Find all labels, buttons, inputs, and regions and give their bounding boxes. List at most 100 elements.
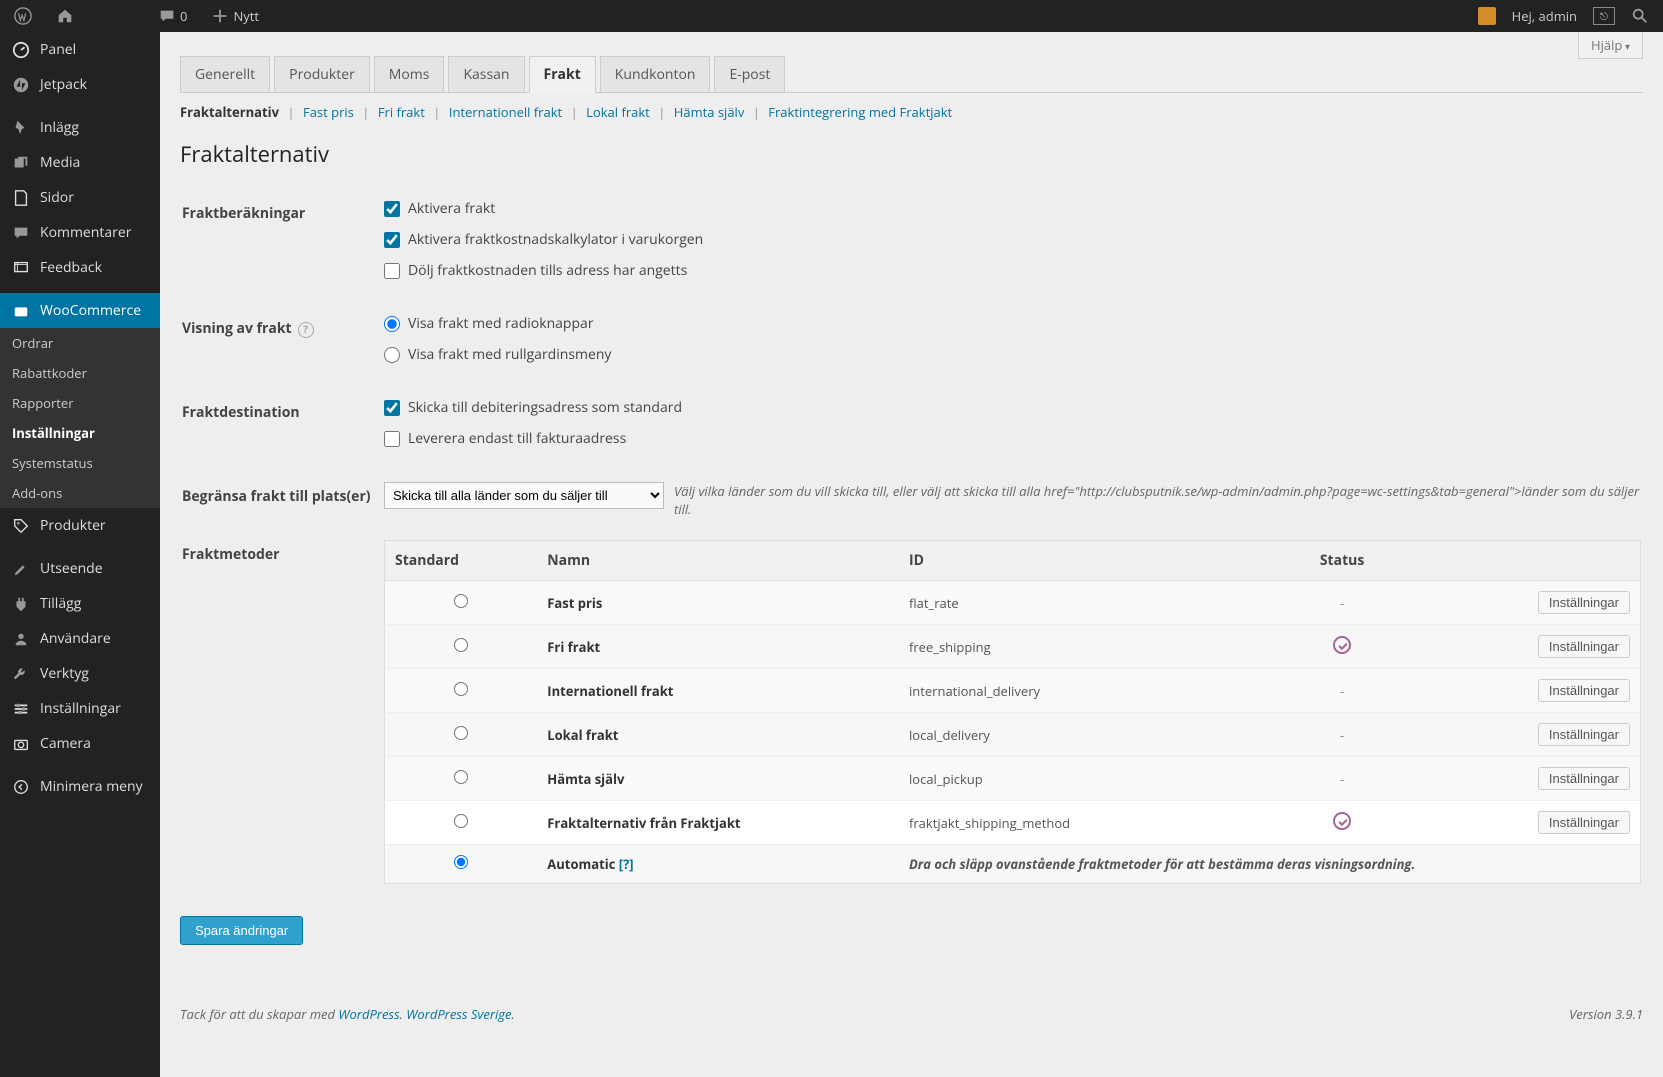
subtab-fraktjakt[interactable]: Fraktintegrering med Fraktjakt xyxy=(768,103,952,121)
link-wpse[interactable]: WordPress Sverige xyxy=(406,1005,511,1023)
plugin-icon xyxy=(12,595,30,613)
chk-ship-billing[interactable] xyxy=(384,400,400,416)
sub-rapporter[interactable]: Rapporter xyxy=(0,388,160,418)
tab-produkter[interactable]: Produkter xyxy=(274,56,370,92)
logout-icon[interactable]: ⎋ xyxy=(1593,7,1615,25)
sidebar-item-woocommerce[interactable]: WooCommerce xyxy=(0,293,160,328)
chk-enable-shipping[interactable] xyxy=(384,201,400,217)
sidebar-item-comments[interactable]: Kommentarer xyxy=(0,215,160,250)
sub-systemstatus[interactable]: Systemstatus xyxy=(0,448,160,478)
sidebar-item-products[interactable]: Produkter xyxy=(0,508,160,543)
sidebar-item-settings[interactable]: Inställningar xyxy=(0,691,160,726)
method-name: Internationell frakt xyxy=(537,669,899,713)
radio-std[interactable] xyxy=(454,682,468,696)
new-link[interactable]: Nytt xyxy=(205,7,265,25)
sidebar-item-pages[interactable]: Sidor xyxy=(0,180,160,215)
auto-help-link[interactable]: [?] xyxy=(619,855,634,873)
subtab-internationell[interactable]: Internationell frakt xyxy=(449,103,562,121)
table-row: Lokal fraktlocal_delivery-Inställningar xyxy=(385,713,1641,757)
tab-kundkonton[interactable]: Kundkonton xyxy=(600,56,711,92)
sub-addons[interactable]: Add-ons xyxy=(0,478,160,508)
settings-button[interactable]: Inställningar xyxy=(1538,635,1630,658)
wp-logo[interactable] xyxy=(8,7,38,25)
radio-std[interactable] xyxy=(454,638,468,652)
search-icon[interactable] xyxy=(1625,7,1655,25)
page-title: Fraktalternativ xyxy=(180,139,1643,169)
collapse-icon xyxy=(12,778,30,796)
radio-std-auto[interactable] xyxy=(454,855,468,869)
method-name: Lokal frakt xyxy=(537,713,899,757)
version-label: Version 3.9.1 xyxy=(1569,1005,1643,1023)
radio-std[interactable] xyxy=(454,726,468,740)
chk-hide-until[interactable] xyxy=(384,263,400,279)
adminbar: 0 Nytt Hej, admin ⎋ xyxy=(0,0,1663,32)
th-standard: Standard xyxy=(385,541,538,581)
sub-ordrar[interactable]: Ordrar xyxy=(0,328,160,358)
radio-display-radio[interactable] xyxy=(384,316,400,332)
method-name: Fraktalternativ från Fraktjakt xyxy=(537,801,899,845)
sidebar-item-users[interactable]: Användare xyxy=(0,621,160,656)
greeting[interactable]: Hej, admin xyxy=(1506,7,1583,25)
comments-count: 0 xyxy=(180,7,187,25)
settings-button[interactable]: Inställningar xyxy=(1538,679,1630,702)
th-id: ID xyxy=(899,541,1261,581)
sidebar-item-posts[interactable]: Inlägg xyxy=(0,110,160,145)
method-id: local_delivery xyxy=(899,713,1261,757)
sidebar-item-media[interactable]: Media xyxy=(0,145,160,180)
sidebar-item-camera[interactable]: Camera xyxy=(0,726,160,761)
save-button[interactable]: Spara ändringar xyxy=(180,916,303,945)
tab-frakt[interactable]: Frakt xyxy=(529,56,596,93)
sidebar-item-feedback[interactable]: Feedback xyxy=(0,250,160,285)
radio-display-dropdown[interactable] xyxy=(384,347,400,363)
chk-deliver-only[interactable] xyxy=(384,431,400,447)
label-fraktberakningar: Fraktberäkningar xyxy=(182,189,382,302)
radio-std[interactable] xyxy=(454,770,468,784)
brush-icon xyxy=(12,560,30,578)
settings-button[interactable]: Inställningar xyxy=(1538,811,1630,834)
sidebar-item-appearance[interactable]: Utseende xyxy=(0,551,160,586)
subtab-fraktalternativ[interactable]: Fraktalternativ xyxy=(180,103,279,121)
subtab-fastpris[interactable]: Fast pris xyxy=(303,103,354,121)
tab-moms[interactable]: Moms xyxy=(374,56,445,92)
chk-enable-calc[interactable] xyxy=(384,232,400,248)
sub-rabattkoder[interactable]: Rabattkoder xyxy=(0,358,160,388)
nav-tabs: Generellt Produkter Moms Kassan Frakt Ku… xyxy=(180,56,1643,93)
sidebar-item-tools[interactable]: Verktyg xyxy=(0,656,160,691)
label-restrict: Begränsa frakt till plats(er) xyxy=(182,472,382,528)
radio-std[interactable] xyxy=(454,814,468,828)
sidebar-item-jetpack[interactable]: Jetpack xyxy=(0,67,160,102)
alert-box[interactable] xyxy=(1478,7,1496,25)
help-tab[interactable]: Hjälp xyxy=(1578,32,1643,59)
settings-button[interactable]: Inställningar xyxy=(1538,723,1630,746)
subtab-hamta[interactable]: Hämta själv xyxy=(674,103,745,121)
method-id: local_pickup xyxy=(899,757,1261,801)
tab-epost[interactable]: E-post xyxy=(714,56,785,92)
sidebar-sub-woocommerce: Ordrar Rabattkoder Rapporter Inställning… xyxy=(0,328,160,508)
subtab-lokal[interactable]: Lokal frakt xyxy=(586,103,650,121)
method-name: Hämta själv xyxy=(537,757,899,801)
feedback-icon xyxy=(12,259,30,277)
tab-kassan[interactable]: Kassan xyxy=(448,56,524,92)
label-destination: Fraktdestination xyxy=(182,388,382,470)
home-link[interactable] xyxy=(50,7,80,25)
comments-link[interactable]: 0 xyxy=(152,7,193,25)
settings-button[interactable]: Inställningar xyxy=(1538,591,1630,614)
sub-installningar[interactable]: Inställningar xyxy=(0,418,160,448)
restrict-desc: Välj vilka länder som du vill skicka til… xyxy=(674,482,1641,518)
sidebar-item-collapse[interactable]: Minimera meny xyxy=(0,769,160,804)
link-wordpress[interactable]: WordPress xyxy=(338,1005,399,1023)
help-icon[interactable]: ? xyxy=(298,322,314,338)
tab-generellt[interactable]: Generellt xyxy=(180,56,270,92)
subtab-frifrakt[interactable]: Fri frakt xyxy=(378,103,425,121)
sidebar-item-plugins[interactable]: Tillägg xyxy=(0,586,160,621)
radio-std[interactable] xyxy=(454,594,468,608)
select-restrict[interactable]: Skicka till alla länder som du säljer ti… xyxy=(384,482,664,509)
status-dash: - xyxy=(1340,770,1344,788)
th-status: Status xyxy=(1261,541,1424,581)
settings-button[interactable]: Inställningar xyxy=(1538,767,1630,790)
comment-icon xyxy=(158,7,176,25)
pin-icon xyxy=(12,119,30,137)
label-visning: Visning av frakt xyxy=(182,319,292,338)
home-icon xyxy=(56,7,74,25)
sidebar-item-panel[interactable]: Panel xyxy=(0,32,160,67)
